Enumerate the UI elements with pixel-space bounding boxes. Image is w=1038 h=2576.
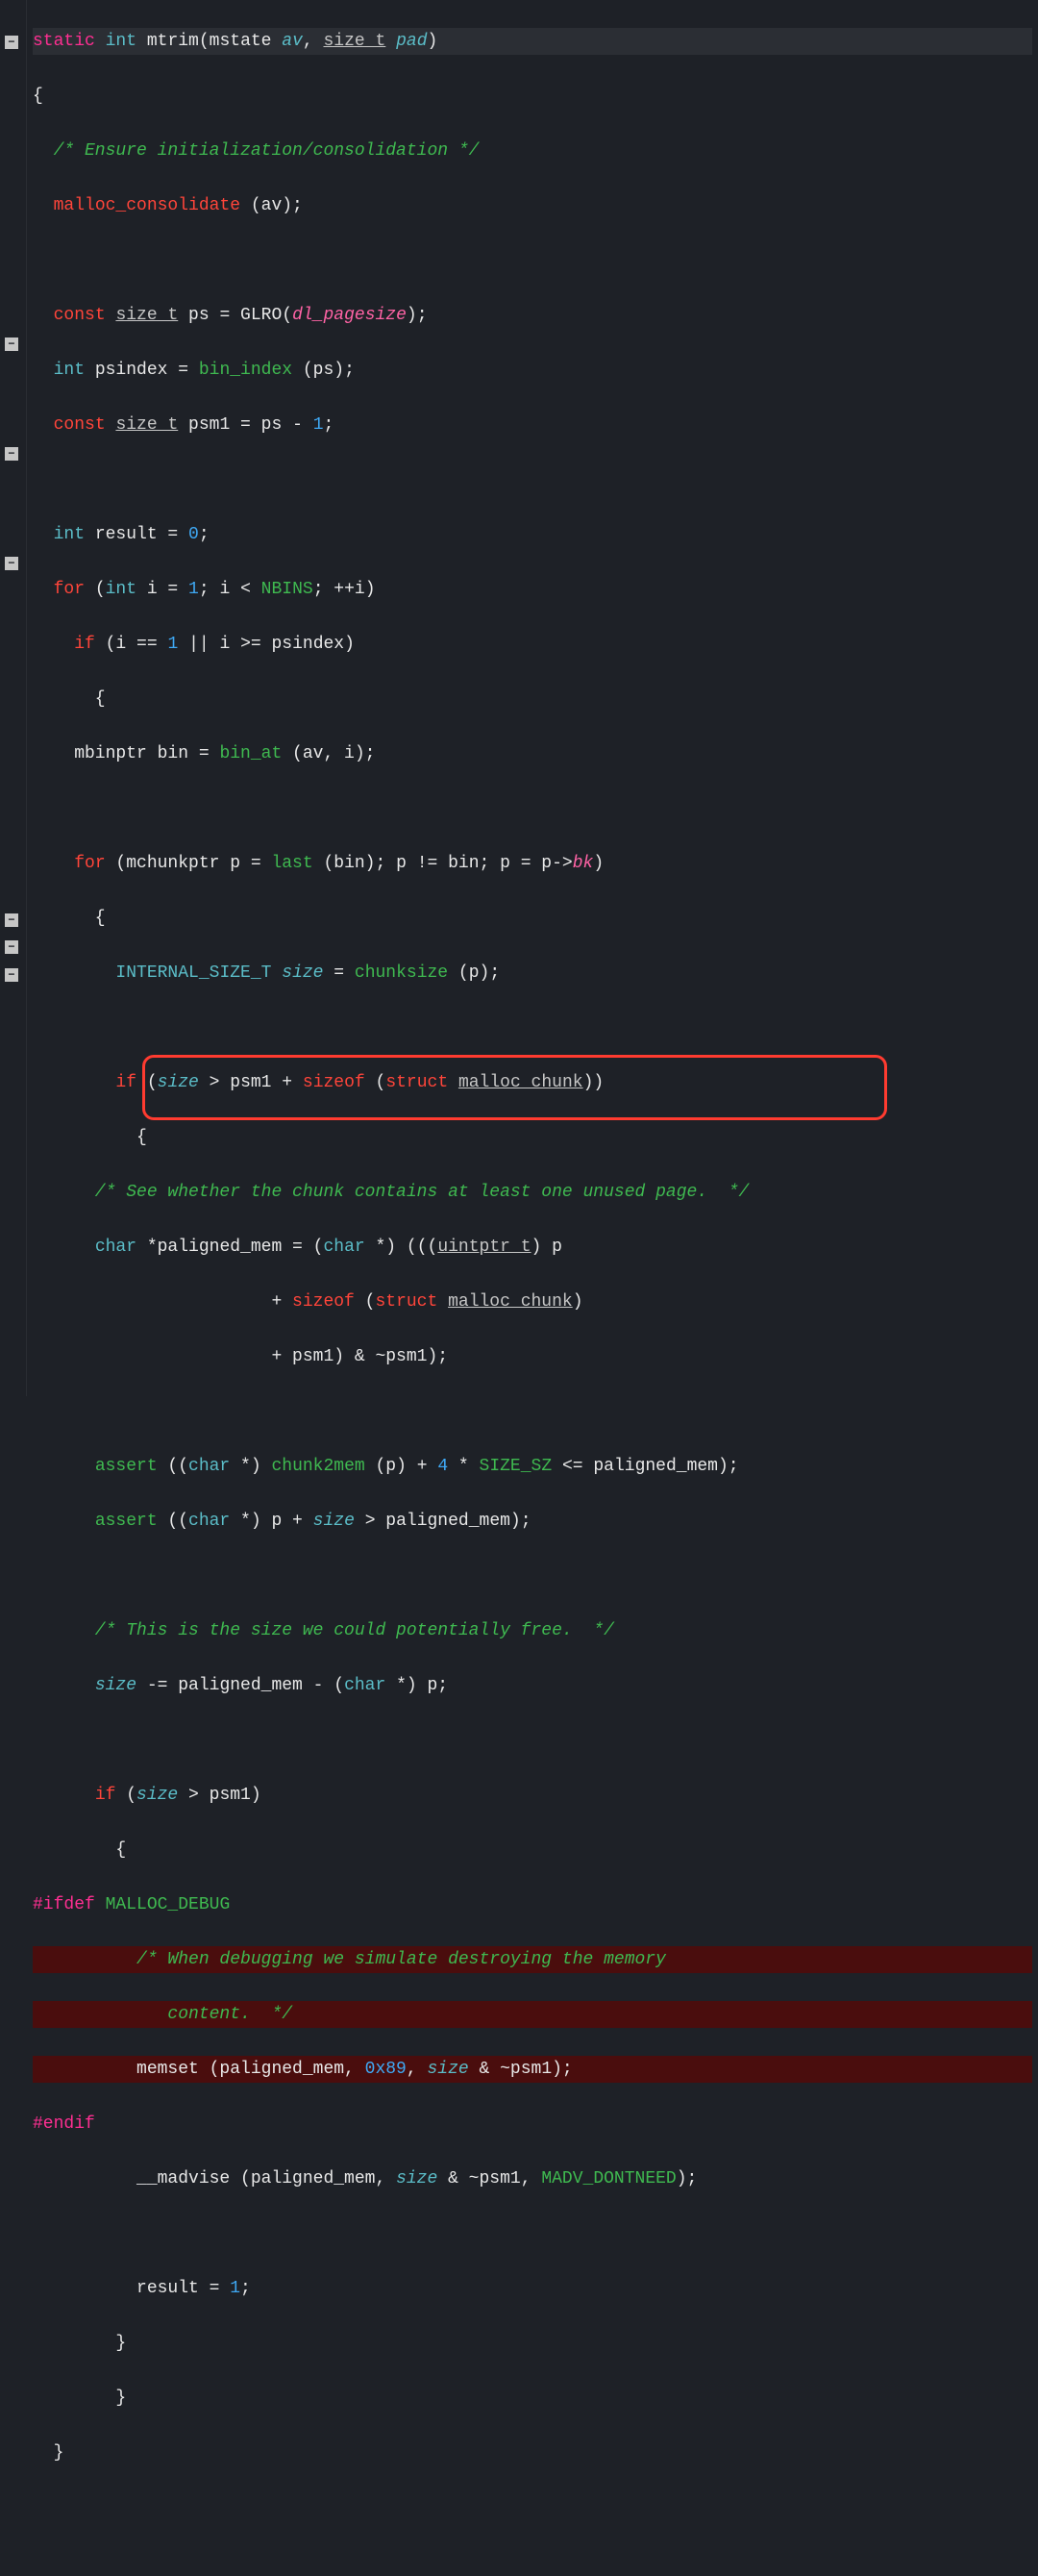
code-line: + sizeof (struct malloc_chunk) <box>33 1288 1032 1316</box>
code-line: memset (paligned_mem, 0x89, size & ~psm1… <box>33 2056 1032 2084</box>
code-line: #endif <box>33 2111 1032 2138</box>
fold-marker[interactable] <box>5 557 18 570</box>
fold-marker[interactable] <box>5 447 18 461</box>
code-line: /* See whether the chunk contains at lea… <box>33 1179 1032 1207</box>
code-line: int result = 0; <box>33 521 1032 549</box>
code-line: { <box>33 1124 1032 1152</box>
code-line: for (int i = 1; i < NBINS; ++i) <box>33 576 1032 604</box>
code-line: #ifdef MALLOC_DEBUG <box>33 1891 1032 1919</box>
code-line: if (size > psm1 + sizeof (struct malloc_… <box>33 1069 1032 1097</box>
code-line <box>33 795 1032 823</box>
code-line: assert ((char *) p + size > paligned_mem… <box>33 1508 1032 1536</box>
code-line: content. */ <box>33 2001 1032 2029</box>
code-line <box>33 2220 1032 2248</box>
code-line: /* Ensure initialization/consolidation *… <box>33 138 1032 165</box>
code-line: __madvise (paligned_mem, size & ~psm1, M… <box>33 2165 1032 2193</box>
gutter <box>0 0 27 1396</box>
code-line: char *paligned_mem = (char *) (((uintptr… <box>33 1234 1032 1262</box>
code-line: size -= paligned_mem - (char *) p; <box>33 1672 1032 1700</box>
code-line: int psindex = bin_index (ps); <box>33 357 1032 385</box>
fold-marker[interactable] <box>5 968 18 982</box>
code-line: { <box>33 905 1032 933</box>
code-line: if (size > psm1) <box>33 1782 1032 1810</box>
code-area[interactable]: static int mtrim(mstate av, size_t pad) … <box>27 0 1038 1396</box>
code-line: } <box>33 2330 1032 2358</box>
code-line: /* This is the size we could potentially… <box>33 1617 1032 1645</box>
fold-marker[interactable] <box>5 36 18 49</box>
code-line <box>33 466 1032 494</box>
code-line: malloc_consolidate (av); <box>33 192 1032 220</box>
code-line <box>33 1398 1032 1426</box>
code-line: { <box>33 686 1032 713</box>
code-line: { <box>33 1837 1032 1864</box>
code-line <box>33 1727 1032 1755</box>
code-line: assert ((char *) chunk2mem (p) + 4 * SIZ… <box>33 1453 1032 1481</box>
code-editor: static int mtrim(mstate av, size_t pad) … <box>0 0 1038 1396</box>
code-line: mbinptr bin = bin_at (av, i); <box>33 740 1032 768</box>
code-line: INTERNAL_SIZE_T size = chunksize (p); <box>33 960 1032 988</box>
code-line: { <box>33 83 1032 111</box>
code-line: const size_t psm1 = ps - 1; <box>33 412 1032 439</box>
code-line <box>33 1563 1032 1590</box>
fold-marker[interactable] <box>5 338 18 351</box>
code-line: if (i == 1 || i >= psindex) <box>33 631 1032 659</box>
fold-marker[interactable] <box>5 940 18 954</box>
code-line: static int mtrim(mstate av, size_t pad) <box>33 28 1032 56</box>
code-line: + psm1) & ~psm1); <box>33 1343 1032 1371</box>
code-line: } <box>33 2385 1032 2413</box>
code-line: /* When debugging we simulate destroying… <box>33 1946 1032 1974</box>
code-line: for (mchunkptr p = last (bin); p != bin;… <box>33 850 1032 878</box>
fold-marker[interactable] <box>5 913 18 927</box>
code-line <box>33 1014 1032 1042</box>
code-line <box>33 247 1032 275</box>
code-line: const size_t ps = GLRO(dl_pagesize); <box>33 302 1032 330</box>
code-line: } <box>33 2439 1032 2467</box>
code-line: result = 1; <box>33 2275 1032 2303</box>
